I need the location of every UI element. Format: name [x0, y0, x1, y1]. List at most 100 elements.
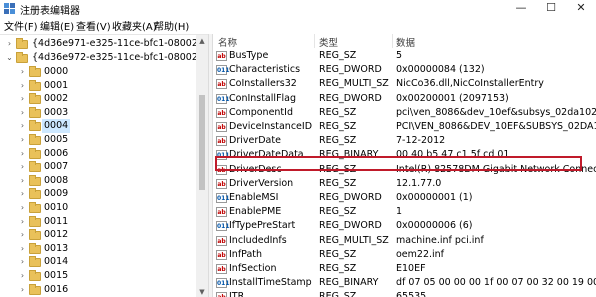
tree-item-0011[interactable]: › 0011: [0, 215, 196, 229]
value-row[interactable]: 011 IfTypePreStart REG_DWORD 0x00000006 (6): [213, 219, 596, 233]
expand-arrow-icon[interactable]: ›: [18, 92, 27, 106]
expand-chevron-icon[interactable]: ›: [5, 37, 14, 51]
value-row[interactable]: ab CoInstallers32 REG_MULTI_SZ NicCo36.dll,…: [213, 77, 596, 91]
value-type: REG_SZ: [319, 121, 357, 132]
close-button[interactable]: ✕: [566, 0, 596, 17]
tree-item-0003[interactable]: › 0003: [0, 106, 196, 120]
tree-item-0000[interactable]: › 0000: [0, 65, 196, 79]
menu-favorites[interactable]: 收藏夹(A): [112, 18, 157, 33]
expand-arrow-icon[interactable]: ›: [18, 255, 27, 269]
string-value-icon: ab: [216, 207, 227, 218]
expand-arrow-icon[interactable]: ›: [18, 187, 27, 201]
tree-item-0016[interactable]: › 0016: [0, 283, 196, 297]
value-name: ConInstallFlag: [229, 92, 297, 104]
expand-arrow-icon[interactable]: ›: [18, 106, 27, 120]
value-data: 0x00200001 (2097153): [396, 92, 509, 104]
expand-arrow-icon[interactable]: ›: [18, 147, 27, 161]
tree-item-0015[interactable]: › 0015: [0, 269, 196, 283]
tree-item-0005[interactable]: › 0005: [0, 133, 196, 147]
expand-arrow-icon[interactable]: ›: [18, 269, 27, 283]
menu-view[interactable]: 查看(V): [76, 18, 111, 33]
value-row[interactable]: ab InfSection REG_SZ E10EF: [213, 262, 596, 276]
value-row[interactable]: ab IncludedInfs REG_MULTI_SZ machine.inf pc…: [213, 234, 596, 248]
value-row[interactable]: ab EnablePME REG_SZ 1: [213, 205, 596, 219]
value-data: 0x00000006 (6): [396, 220, 473, 232]
value-row[interactable]: ab ComponentId REG_SZ pci\ven_8086&dev_10ef…: [213, 106, 596, 120]
expand-arrow-icon[interactable]: ›: [18, 160, 27, 174]
scroll-up-arrow-icon[interactable]: ▲: [196, 35, 208, 47]
value-row[interactable]: ab BusType REG_SZ 5: [213, 49, 596, 63]
value-row[interactable]: ab DriverVersion REG_SZ 12.1.77.0: [213, 177, 596, 191]
value-row[interactable]: 011 ConInstallFlag REG_DWORD 0x00200001 (20…: [213, 92, 596, 106]
scroll-down-arrow-icon[interactable]: ▼: [196, 286, 208, 297]
menu-help[interactable]: 帮助(H): [154, 18, 189, 33]
tree-item-parent[interactable]: ⌄ {4d36e972-e325-11ce-bfc1-08002be10318}: [0, 51, 208, 65]
string-value-icon: ab: [216, 235, 227, 246]
expand-arrow-icon[interactable]: ›: [18, 65, 27, 79]
value-data: pci\ven_8086&dev_10ef&subsys_02da1028: [396, 106, 596, 118]
tree-item-0013[interactable]: › 0013: [0, 242, 196, 256]
value-row[interactable]: ab InfPath REG_SZ oem22.inf: [213, 248, 596, 262]
binary-value-icon: 011: [216, 193, 230, 203]
minimize-button[interactable]: —: [506, 0, 536, 17]
expand-arrow-icon[interactable]: ›: [18, 283, 27, 297]
value-row[interactable]: 011 InstallTimeStamp REG_BINARY df 07 05 00…: [213, 276, 596, 290]
tree-item-0006[interactable]: › 0006: [0, 147, 196, 161]
column-header-data[interactable]: 数据: [396, 35, 415, 49]
string-value-icon: ab: [216, 51, 227, 61]
column-divider[interactable]: [314, 34, 315, 48]
expand-arrow-icon[interactable]: ›: [18, 201, 27, 215]
expand-arrow-icon[interactable]: ›: [18, 215, 27, 229]
folder-icon: [29, 120, 41, 132]
column-header-name[interactable]: 名称: [218, 35, 237, 49]
expand-arrow-icon[interactable]: ›: [18, 133, 27, 147]
title-bar: 注册表编辑器 — ☐ ✕: [0, 0, 596, 17]
string-value-icon: ab: [216, 292, 227, 297]
value-data: PCI\VEN_8086&DEV_10EF&SUBSYS_02DA1028...: [396, 121, 596, 132]
tree-item-label: 0014: [44, 256, 69, 268]
expand-arrow-icon[interactable]: ›: [18, 228, 27, 242]
maximize-button[interactable]: ☐: [536, 0, 566, 17]
column-divider[interactable]: [392, 34, 393, 48]
folder-icon: [29, 93, 41, 105]
tree-item-parent[interactable]: › {4d36e971-e325-11ce-bfc1-08002be10318}: [0, 37, 208, 51]
value-data: 0x00000084 (132): [396, 64, 485, 76]
folder-icon: [29, 161, 41, 173]
tree-item-0009[interactable]: › 0009: [0, 187, 196, 201]
value-row[interactable]: ab DriverDate REG_SZ 7-12-2012: [213, 134, 596, 148]
expand-arrow-icon[interactable]: ›: [18, 174, 27, 188]
tree-item-label: 0016: [44, 283, 69, 295]
key-tree-pane[interactable]: › {4d36e971-e325-11ce-bfc1-08002be10318} ⌄…: [0, 34, 208, 297]
tree-item-0002[interactable]: › 0002: [0, 92, 196, 106]
string-value-icon: ab: [216, 136, 227, 147]
tree-item-0001[interactable]: › 0001: [0, 79, 196, 93]
value-row[interactable]: abITR REG_SZ 65535: [213, 290, 596, 297]
menu-edit[interactable]: 编辑(E): [40, 18, 74, 33]
folder-icon: [29, 106, 41, 118]
tree-item-label: 0013: [44, 242, 69, 254]
value-type: REG_DWORD: [319, 64, 382, 76]
column-header-type[interactable]: 类型: [319, 35, 338, 49]
menu-file[interactable]: 文件(F): [4, 18, 38, 33]
tree-item-0014[interactable]: › 0014: [0, 255, 196, 269]
value-data: 5: [396, 50, 403, 61]
tree-item-0010[interactable]: › 0010: [0, 201, 196, 215]
value-row[interactable]: ab DeviceInstanceID REG_SZ PCI\VEN_8086&DEV…: [213, 120, 596, 134]
value-type: REG_SZ: [319, 177, 357, 189]
value-row[interactable]: 011 Characteristics REG_DWORD 0x00000084 (1…: [213, 63, 596, 77]
expand-arrow-icon[interactable]: ›: [18, 119, 27, 133]
tree-item-0004[interactable]: › 0004: [0, 119, 196, 134]
expand-chevron-icon[interactable]: ⌄: [5, 51, 14, 65]
value-name: IncludedInfs: [229, 234, 287, 246]
tree-scrollbar[interactable]: ▲ ▼: [196, 35, 208, 297]
tree-item-0012[interactable]: › 0012: [0, 228, 196, 242]
scroll-thumb[interactable]: [199, 95, 205, 190]
binary-value-icon: 011: [216, 278, 230, 289]
expand-arrow-icon[interactable]: ›: [18, 242, 27, 256]
tree-item-0008[interactable]: › 0008: [0, 174, 196, 188]
expand-arrow-icon[interactable]: ›: [18, 79, 27, 93]
binary-value-icon: 011: [216, 93, 230, 104]
value-row[interactable]: 011 EnableMSI REG_DWORD 0x00000001 (1): [213, 191, 596, 205]
tree-item-0007[interactable]: › 0007: [0, 160, 196, 174]
string-value-icon: ab: [216, 264, 227, 274]
